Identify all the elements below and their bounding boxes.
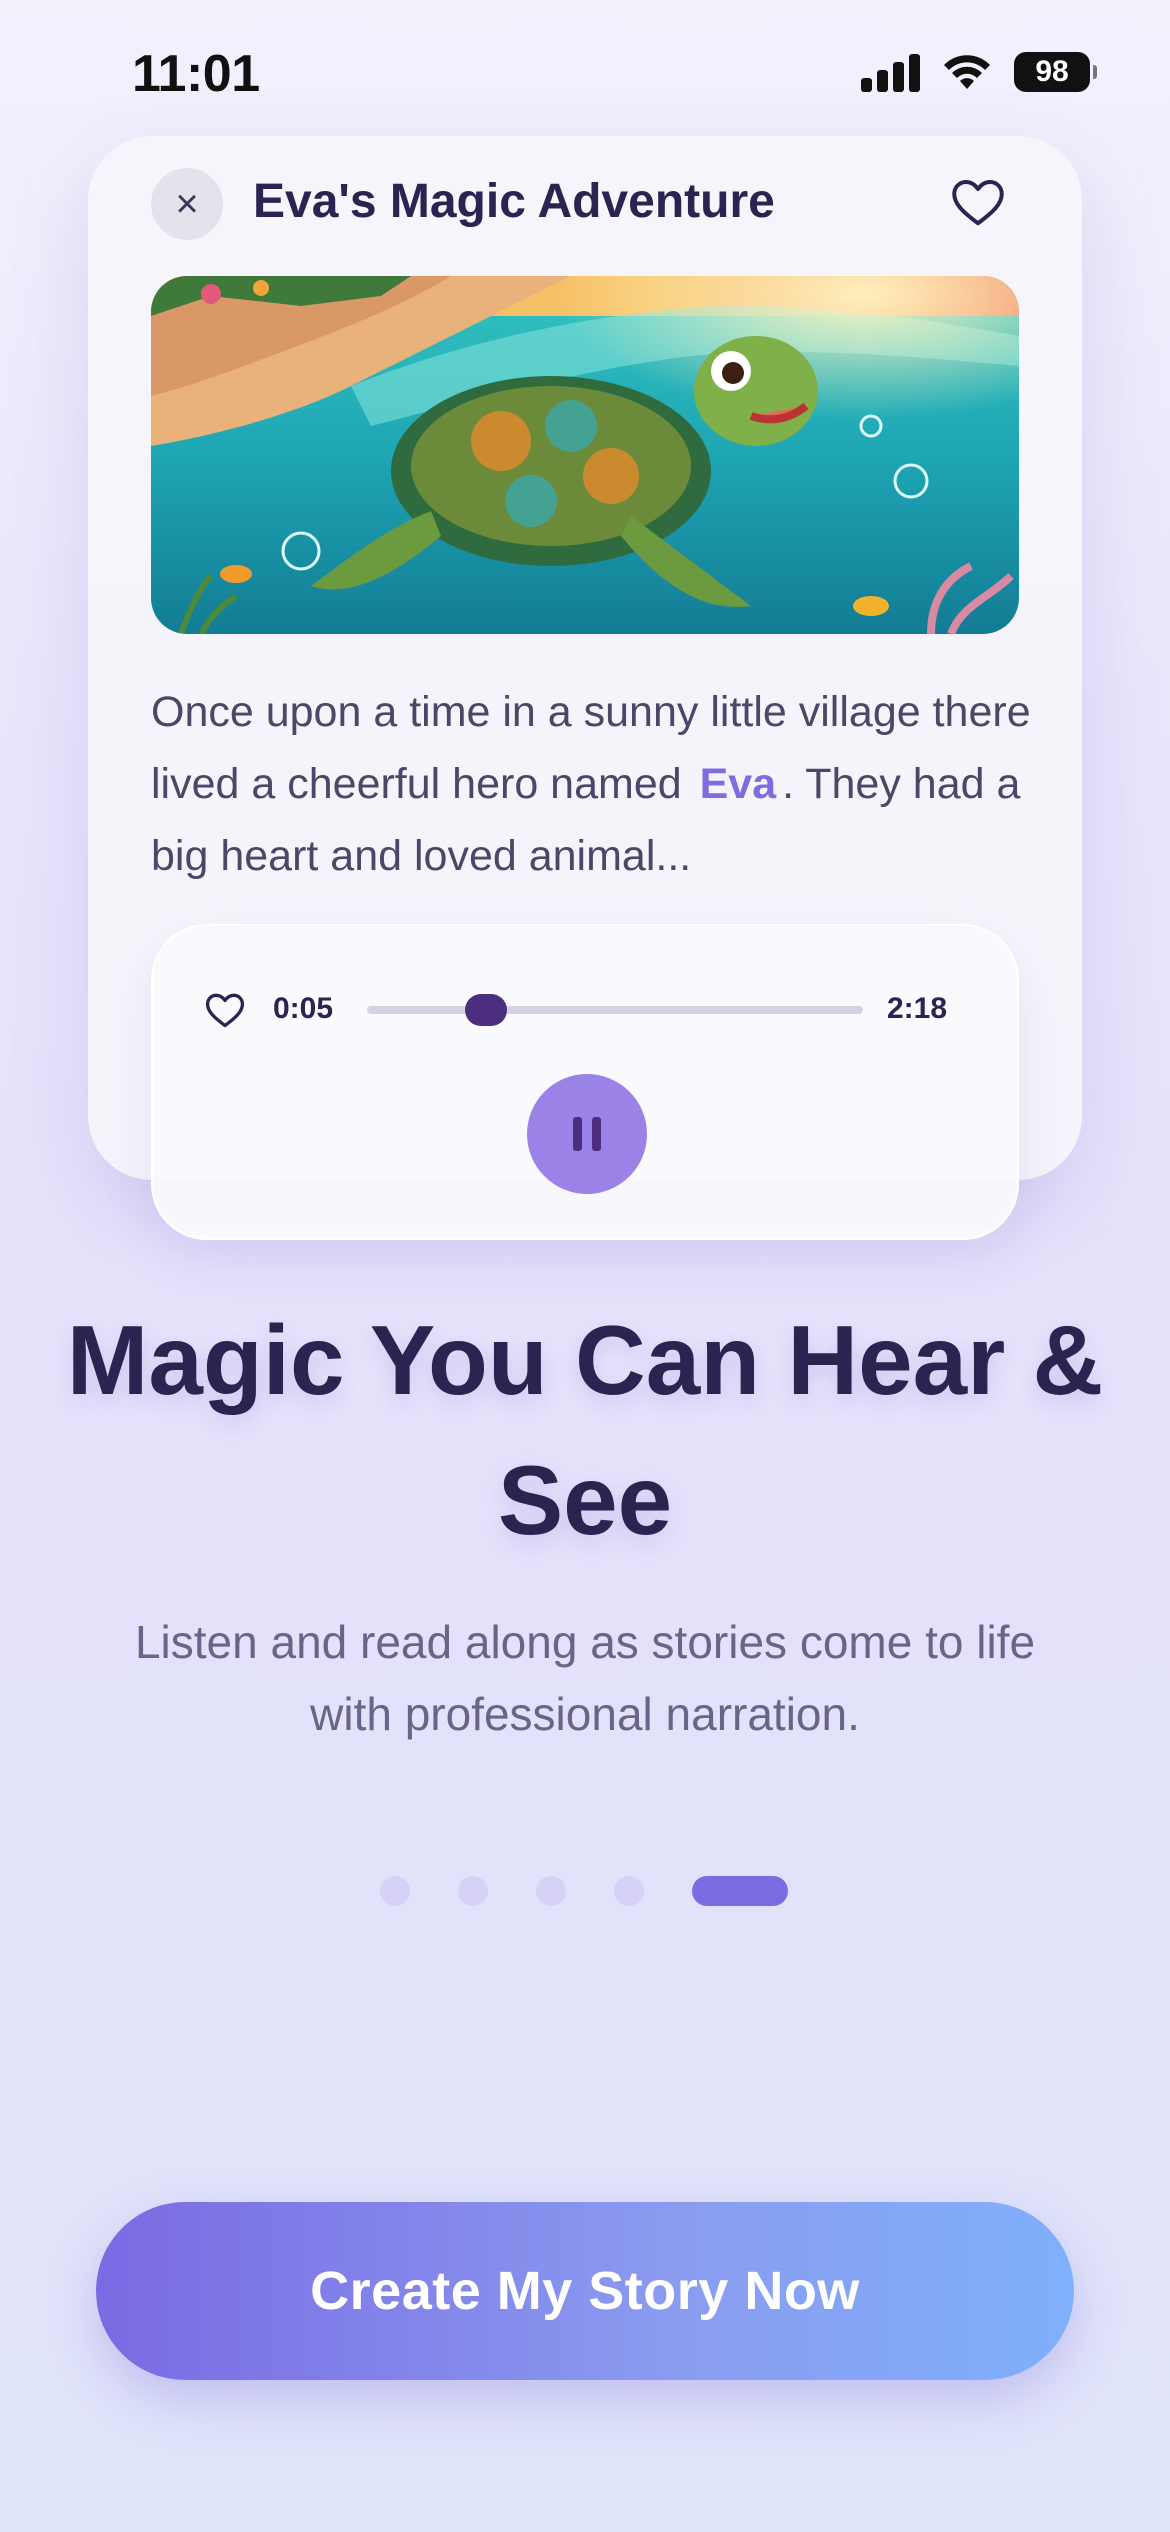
status-icons: 98 [861, 52, 1097, 92]
status-time: 11:01 [132, 45, 260, 103]
pagination-dot[interactable] [458, 1876, 488, 1906]
close-button[interactable]: × [151, 168, 223, 240]
story-excerpt: Once upon a time in a sunny little villa… [151, 676, 1031, 892]
cellular-signal-icon [861, 52, 920, 92]
battery-level: 98 [1035, 55, 1069, 88]
pagination-dot-active[interactable] [692, 1876, 788, 1906]
page-title: Magic You Can Hear & See [66, 1305, 1104, 1555]
heart-icon[interactable] [948, 172, 1008, 232]
current-time: 0:05 [273, 992, 334, 1025]
progress-slider[interactable] [367, 994, 863, 1026]
audio-player: 0:05 2:18 [151, 924, 1019, 1240]
wifi-icon [944, 55, 990, 89]
pagination-dots [380, 1876, 788, 1906]
heart-icon[interactable] [203, 988, 247, 1032]
status-bar: 11:01 98 [0, 0, 1170, 150]
create-story-button[interactable]: Create My Story Now [96, 2202, 1074, 2380]
pagination-dot[interactable] [536, 1876, 566, 1906]
pause-icon [592, 1117, 601, 1151]
progress-thumb[interactable] [465, 994, 508, 1026]
close-icon: × [175, 181, 199, 226]
battery-icon: 98 [1014, 52, 1097, 92]
story-title: Eva's Magic Adventure [253, 175, 775, 228]
hero-name: Eva [699, 760, 777, 808]
page-subtitle: Listen and read along as stories come to… [134, 1616, 1036, 1740]
pagination-dot[interactable] [614, 1876, 644, 1906]
story-illustration [151, 276, 1019, 634]
pause-button[interactable] [527, 1074, 647, 1194]
pagination-dot[interactable] [380, 1876, 410, 1906]
total-time: 2:18 [886, 992, 947, 1025]
pause-icon [573, 1117, 582, 1151]
